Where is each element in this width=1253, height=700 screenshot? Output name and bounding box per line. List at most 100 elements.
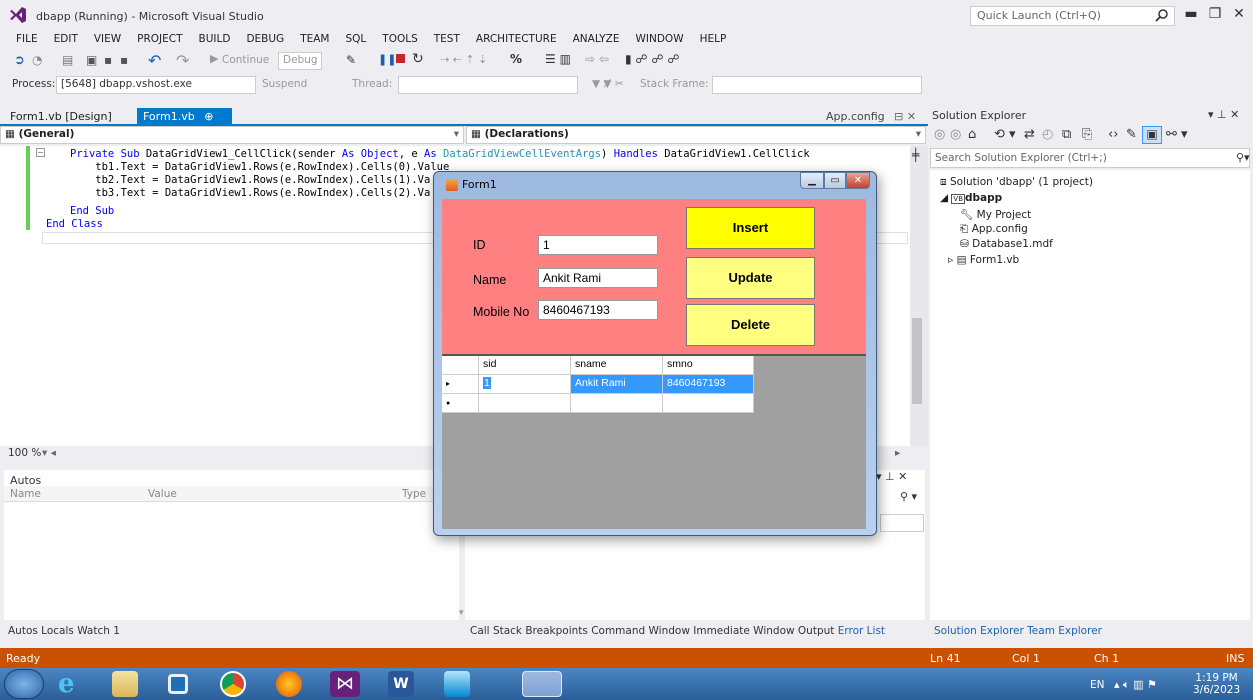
form-close-button[interactable]: ✕: [846, 172, 870, 189]
menu-architecture[interactable]: ARCHITECTURE: [468, 30, 565, 48]
update-button[interactable]: Update: [686, 257, 815, 299]
word-icon[interactable]: W: [388, 671, 414, 697]
refresh-icon[interactable]: ⇄: [1024, 127, 1035, 142]
menu-analyze[interactable]: ANALYZE: [565, 30, 628, 48]
solution-explorer-tabs[interactable]: Solution Explorer Team Explorer: [934, 625, 1102, 637]
visual-studio-icon[interactable]: ⋈: [330, 671, 360, 697]
tray-icons[interactable]: ▴ 🔈︎ ▥ ⚑: [1114, 678, 1157, 692]
stop-icon[interactable]: [396, 54, 405, 63]
bookmark-icon[interactable]: ⇨ ⇦: [585, 52, 609, 66]
form1-task-button[interactable]: [522, 671, 562, 697]
expand-icon[interactable]: ▹: [948, 254, 957, 266]
save-all-icon[interactable]: ▪: [120, 53, 128, 67]
grid-cell-new-smno[interactable]: [663, 394, 754, 413]
comment-icon[interactable]: %: [510, 52, 522, 66]
pending-changes-icon[interactable]: ◴: [1042, 127, 1053, 142]
system-clock[interactable]: 1:19 PM 3/6/2023: [1193, 672, 1240, 696]
search-icon[interactable]: [1155, 8, 1169, 22]
internet-explorer-icon[interactable]: e: [58, 671, 84, 697]
tree-solution[interactable]: ⧈ Solution 'dbapp' (1 project): [940, 176, 1093, 189]
value-column-header[interactable]: Value: [148, 488, 177, 500]
grid-cell-sid[interactable]: 1: [479, 375, 571, 394]
app-icon[interactable]: [444, 671, 470, 697]
grid-row-header-current[interactable]: ▸: [442, 375, 479, 394]
process-select[interactable]: [5648] dbapp.vshost.exe: [56, 76, 256, 94]
debug-tool-tabs[interactable]: Autos Locals Watch 1: [8, 625, 120, 637]
thread-select[interactable]: [398, 76, 578, 94]
search-icon[interactable]: ⚲▾: [1236, 151, 1250, 164]
menu-project[interactable]: PROJECT: [129, 30, 190, 48]
grid-row-header-new[interactable]: ●: [442, 394, 479, 413]
zoom-dropdown-icon[interactable]: ▾ ◂: [42, 447, 56, 459]
menu-test[interactable]: TEST: [426, 30, 468, 48]
stack-frame-select[interactable]: [712, 76, 922, 94]
close-button[interactable]: ✕: [1228, 4, 1250, 24]
id-textbox[interactable]: 1: [538, 235, 658, 255]
home-icon[interactable]: ⌂: [968, 127, 976, 142]
restart-icon[interactable]: ↻: [412, 51, 424, 67]
zoom-level[interactable]: 100 %: [8, 447, 41, 459]
scroll-right-icon[interactable]: ▸: [895, 447, 900, 459]
undo-icon[interactable]: ↶: [148, 51, 161, 70]
quick-launch-input[interactable]: Quick Launch (Ctrl+Q): [970, 6, 1175, 26]
mobile-textbox[interactable]: 8460467193: [538, 300, 658, 320]
menu-tools[interactable]: TOOLS: [374, 30, 425, 48]
continue-label[interactable]: Continue: [222, 54, 269, 66]
editor-scroll-thumb[interactable]: [912, 318, 922, 404]
type-column-header[interactable]: Type: [402, 488, 426, 500]
grid-column-header-sid[interactable]: sid: [479, 356, 571, 375]
menu-file[interactable]: FILE: [8, 30, 46, 48]
open-file-icon[interactable]: ▣: [86, 53, 97, 67]
form-maximize-button[interactable]: ▭: [824, 172, 846, 189]
delete-button[interactable]: Delete: [686, 304, 815, 346]
tree-item-my-project[interactable]: 🔧︎ My Project: [960, 208, 1031, 221]
grid-column-header-sname[interactable]: sname: [571, 356, 663, 375]
insert-button[interactable]: Insert: [686, 207, 815, 249]
output-tabs-label[interactable]: Call Stack Breakpoints Command Window Im…: [470, 625, 834, 637]
menu-view[interactable]: VIEW: [86, 30, 129, 48]
tab-form1-code[interactable]: Form1.vb ⊕ ✕: [137, 108, 232, 136]
flag-icon[interactable]: ▼ ▼̸ ✂: [592, 78, 624, 90]
suspend-label[interactable]: Suspend: [262, 78, 307, 90]
menu-build[interactable]: BUILD: [191, 30, 239, 48]
language-indicator[interactable]: EN: [1090, 679, 1105, 691]
minimize-button[interactable]: ▬: [1180, 4, 1202, 24]
tree-project[interactable]: ◢ VB dbapp: [940, 192, 1002, 204]
media-player-icon[interactable]: [168, 674, 188, 694]
class-dropdown[interactable]: ▦ (General) ▾: [0, 126, 464, 144]
grid-cell-new-sid[interactable]: [479, 394, 571, 413]
tab-form1-design[interactable]: Form1.vb [Design]: [4, 108, 118, 126]
debug-target-icon[interactable]: ✎: [346, 53, 356, 67]
firefox-icon[interactable]: [276, 671, 302, 697]
menu-sql[interactable]: SQL: [338, 30, 375, 48]
menu-edit[interactable]: EDIT: [46, 30, 86, 48]
collapse-all-icon[interactable]: ⧉: [1062, 127, 1071, 142]
form-minimize-button[interactable]: ▁: [800, 172, 824, 189]
format-icon[interactable]: ☰ ▥: [545, 52, 571, 66]
redo-icon[interactable]: ↷: [176, 51, 189, 70]
menu-help[interactable]: HELP: [692, 30, 735, 48]
class-diagram-icon[interactable]: ⚯ ▾: [1166, 127, 1188, 142]
properties-icon[interactable]: ✎: [1126, 127, 1137, 142]
back-icon[interactable]: ◎: [934, 127, 945, 142]
pane-pin-close-icon[interactable]: ▾ ⊥ ✕: [1208, 108, 1239, 121]
step-into-icon[interactable]: ⇢ ⇠ ⇡ ⇣: [440, 53, 487, 66]
new-project-icon[interactable]: ▤: [62, 53, 73, 67]
continue-icon[interactable]: ▶: [210, 52, 218, 65]
grid-column-header-smno[interactable]: smno: [663, 356, 754, 375]
scroll-down-icon[interactable]: ▾: [459, 608, 464, 618]
configuration-select[interactable]: Debug: [278, 52, 322, 70]
menu-window[interactable]: WINDOW: [628, 30, 692, 48]
restore-button[interactable]: ❐: [1204, 4, 1226, 24]
name-textbox[interactable]: Ankit Rami: [538, 268, 658, 288]
search-icon[interactable]: ⚲ ▾: [900, 490, 917, 503]
name-column-header[interactable]: Name: [10, 488, 41, 500]
start-button[interactable]: [4, 669, 44, 699]
back-icon[interactable]: ➲: [14, 53, 25, 68]
save-icon[interactable]: ▪: [104, 53, 112, 67]
view-code-icon[interactable]: ‹›: [1108, 127, 1118, 142]
forward-icon[interactable]: ◎: [950, 127, 961, 142]
solution-search-input[interactable]: Search Solution Explorer (Ctrl+;): [930, 148, 1250, 168]
tab-error-list[interactable]: Error List: [838, 625, 885, 637]
bookmark-nav-icon[interactable]: ▮ ☍ ☍ ☍: [625, 52, 680, 66]
